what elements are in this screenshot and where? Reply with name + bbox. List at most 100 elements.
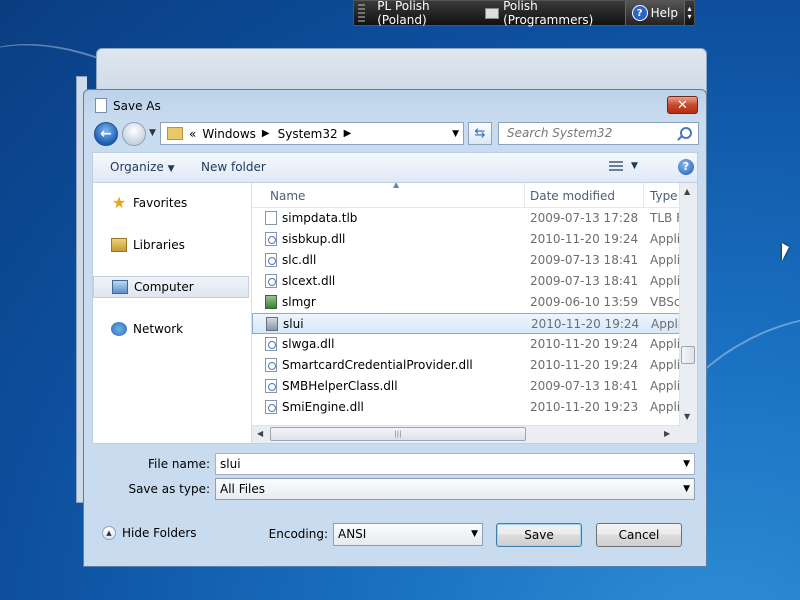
column-header-type[interactable]: Type (650, 189, 678, 203)
encoding-select[interactable]: ANSI ▼ (333, 523, 483, 546)
back-button[interactable]: ← (94, 122, 118, 146)
scroll-up-icon[interactable]: ▲ (684, 187, 690, 196)
toolbar: Organize ▼ New folder ▼ ? (92, 152, 698, 182)
horizontal-scroll-thumb[interactable]: ||| (270, 427, 526, 441)
column-header-date[interactable]: Date modified (530, 189, 615, 203)
options-menu-icon[interactable]: ▴ ▾ (685, 5, 694, 21)
computer-icon (112, 280, 128, 294)
file-row[interactable]: slcext.dll 2009-07-13 18:41 Applic (252, 271, 687, 292)
nav-item-label: Network (133, 322, 184, 336)
file-row[interactable]: slmgr 2009-06-10 13:59 VBScri (252, 292, 689, 313)
nav-item-label: Favorites (133, 196, 188, 210)
address-dropdown-icon[interactable]: ▼ (452, 129, 459, 139)
file-date-modified: 2010-11-20 19:24 (530, 358, 639, 372)
address-bar[interactable]: « Windows ▶ System32 ▶ ▼ (160, 122, 464, 145)
breadcrumb-overflow[interactable]: « (189, 127, 196, 141)
file-row[interactable]: simpdata.tlb 2009-07-13 17:28 TLB Fil (252, 208, 689, 229)
file-row[interactable]: slwga.dll 2010-11-20 19:24 Applic (252, 334, 687, 355)
close-button[interactable]: ✕ (667, 96, 698, 114)
network-icon (111, 322, 127, 336)
exe-icon (266, 317, 278, 331)
file-name: SmiEngine.dll (282, 400, 364, 414)
file-icon (265, 211, 277, 225)
nav-item-libraries[interactable]: Libraries (93, 234, 249, 256)
vertical-scroll-thumb[interactable] (681, 346, 695, 364)
column-divider[interactable] (643, 183, 644, 207)
breadcrumb-windows[interactable]: Windows (202, 127, 256, 141)
file-name: simpdata.tlb (282, 211, 358, 225)
breadcrumb-system32[interactable]: System32 (278, 127, 338, 141)
scroll-left-icon[interactable]: ◀ (257, 429, 263, 438)
file-row[interactable]: SmartcardCredentialProvider.dll 2010-11-2… (252, 355, 687, 376)
horizontal-scrollbar[interactable]: ◀ ||| ▶ (252, 425, 680, 443)
keyboard-icon (484, 7, 500, 19)
navigation-pane: ★ Favorites Libraries Computer Network (93, 183, 252, 443)
scroll-down-icon[interactable]: ▼ (684, 412, 690, 421)
browser-area: ★ Favorites Libraries Computer Network ▲… (92, 182, 698, 444)
document-icon (95, 98, 107, 113)
chevron-up-icon: ▲ (102, 526, 116, 540)
grip-icon[interactable] (358, 4, 366, 22)
search-icon[interactable] (680, 127, 692, 139)
file-name: sisbkup.dll (282, 232, 346, 246)
encoding-label: Encoding: (268, 527, 328, 541)
scroll-right-icon[interactable]: ▶ (664, 429, 670, 438)
language-label: PL Polish (Poland) (377, 0, 430, 27)
file-name: SMBHelperClass.dll (282, 379, 398, 393)
dll-icon (265, 400, 277, 414)
organize-button[interactable]: Organize ▼ (110, 160, 175, 174)
encoding-value: ANSI (338, 527, 367, 541)
forward-button[interactable] (122, 122, 146, 146)
nav-item-favorites[interactable]: ★ Favorites (93, 192, 249, 214)
nav-item-network[interactable]: Network (93, 318, 249, 340)
nav-item-computer[interactable]: Computer (93, 276, 249, 298)
column-header-name[interactable]: Name (270, 189, 305, 203)
file-name: slwga.dll (282, 337, 335, 351)
nav-item-label: Computer (134, 280, 194, 294)
save-as-type-select[interactable]: All Files ▼ (215, 478, 695, 500)
file-row[interactable]: SMBHelperClass.dll 2009-07-13 18:41 Applic (252, 376, 687, 397)
language-selector[interactable]: PL Polish (Poland) (371, 0, 478, 27)
chevron-right-icon[interactable]: ▶ (262, 128, 270, 139)
chevron-down-icon: ▼ (471, 529, 478, 539)
file-date-modified: 2010-11-20 19:24 (531, 317, 640, 331)
help-icon[interactable]: ? (678, 159, 694, 175)
new-folder-button[interactable]: New folder (201, 160, 266, 174)
help-label: Help (650, 6, 678, 20)
dll-icon (265, 232, 277, 246)
keyboard-selector[interactable]: Polish (Programmers) (479, 0, 625, 27)
chevron-down-icon[interactable]: ▼ (631, 161, 638, 171)
vertical-scrollbar[interactable]: ▲ ▼ (679, 183, 697, 443)
file-name-label: File name: (148, 457, 210, 471)
file-row[interactable]: sisbkup.dll 2010-11-20 19:24 Applic (252, 229, 687, 250)
file-date-modified: 2010-11-20 19:24 (530, 232, 639, 246)
search-placeholder: Search System32 (507, 126, 613, 140)
keyboard-label: Polish (Programmers) (503, 0, 594, 27)
views-icon[interactable] (609, 161, 623, 173)
search-input[interactable]: Search System32 (498, 122, 699, 145)
help-button[interactable]: ? Help (624, 1, 685, 25)
vbs-icon (265, 295, 277, 309)
file-row[interactable]: slc.dll 2009-07-13 18:41 Applic (252, 250, 687, 271)
cancel-button[interactable]: Cancel (596, 523, 682, 547)
save-button[interactable]: Save (496, 523, 582, 547)
file-row[interactable]: slui 2010-11-20 19:24 Applic (252, 313, 688, 334)
title-bar[interactable]: Save As ✕ (84, 90, 706, 118)
library-icon (111, 238, 127, 252)
nav-item-label: Libraries (133, 238, 185, 252)
hide-folders-label: Hide Folders (122, 526, 197, 540)
refresh-button[interactable]: ⇆ (468, 122, 492, 145)
file-name-field[interactable]: slui ▼ (215, 453, 695, 475)
help-circle-icon: ? (631, 5, 648, 21)
recent-locations-dropdown[interactable]: ▼ (149, 128, 156, 138)
column-header-row: ▲ Name Date modified Type (252, 183, 697, 208)
sort-ascending-icon: ▲ (393, 183, 400, 189)
chevron-down-icon[interactable]: ▼ (683, 454, 690, 474)
save-as-dialog: Save As ✕ ← ▼ « Windows ▶ System32 ▶ ▼ ⇆… (83, 89, 707, 567)
file-name: slmgr (282, 295, 316, 309)
column-divider[interactable] (524, 183, 525, 207)
hide-folders-button[interactable]: ▲ Hide Folders (102, 526, 197, 540)
file-row[interactable]: SmiEngine.dll 2010-11-20 19:23 Applic (252, 397, 687, 418)
chevron-right-icon[interactable]: ▶ (344, 128, 352, 139)
file-name: slcext.dll (282, 274, 336, 288)
